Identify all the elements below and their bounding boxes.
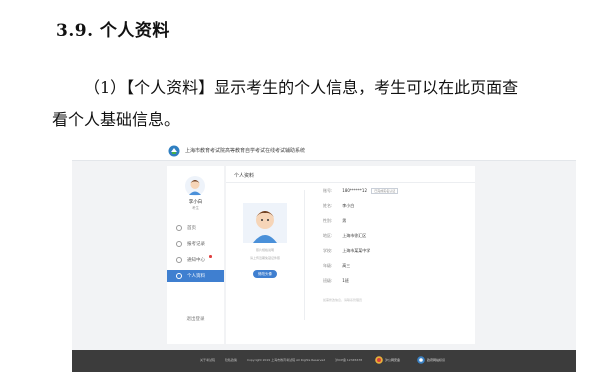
sidebar-item-label: 通知中心 bbox=[187, 258, 205, 263]
description-paragraph: （1）【个人资料】显示考生的个人信息，考生可以在此页面查 看个人基础信息。 bbox=[52, 72, 572, 136]
logo-icon bbox=[168, 145, 180, 157]
avatar bbox=[185, 176, 205, 196]
user-role: 考生 bbox=[192, 206, 199, 210]
field-name: 姓名: 李小白 bbox=[323, 203, 463, 211]
profile-photo bbox=[243, 203, 287, 243]
copyright-text: Copyright 2019 上海市教育考试院 All Rights Reser… bbox=[246, 358, 326, 362]
verified-badge: 已完成实名认证 bbox=[371, 188, 399, 194]
sidebar-item-records[interactable]: 报考记录 bbox=[167, 238, 224, 250]
field-label: 学校: bbox=[323, 248, 333, 253]
divider bbox=[226, 182, 475, 183]
field-value: 李小白 bbox=[342, 203, 355, 208]
field-value: 上海市徐汇区 bbox=[342, 233, 367, 238]
footer-link[interactable]: 隐私政策 bbox=[225, 358, 237, 362]
field-account: 账号: 180******12 已完成实名认证 bbox=[323, 188, 463, 196]
icp-text[interactable]: 沪ICP备 12345678 bbox=[335, 358, 362, 362]
footer-links: 关于考试院 隐私政策 Copyright 2019 上海市教育考试院 All R… bbox=[200, 358, 371, 362]
footer-link[interactable]: 关于考试院 bbox=[200, 358, 215, 362]
system-name: 上海市教育考试院高等教育自学考试在线考试辅助系统 bbox=[185, 148, 306, 154]
top-bar: 上海市教育考试院高等教育自学考试在线考试辅助系统 bbox=[72, 142, 576, 161]
user-name: 李小白 bbox=[188, 200, 203, 205]
embedded-screenshot: 上海市教育考试院高等教育自学考试在线考试辅助系统 李小白 考生 首页 报考记录 … bbox=[72, 142, 576, 372]
field-value: 上海市某某中学 bbox=[342, 248, 371, 253]
government-badge-label: 政府网站标识 bbox=[427, 358, 446, 362]
field-value: 高三 bbox=[342, 263, 351, 268]
field-label: 账号: bbox=[323, 188, 333, 193]
paragraph-line-2: 看个人基础信息。 bbox=[52, 110, 181, 129]
field-value: 1班 bbox=[342, 278, 349, 283]
field-region: 地区: 上海市徐汇区 bbox=[323, 233, 463, 241]
field-grade: 年级: 高三 bbox=[323, 263, 463, 271]
photo-hint-secondary: 请上传近期免冠证件照 bbox=[249, 256, 280, 260]
panel-title: 个人资料 bbox=[234, 173, 255, 179]
photo-hint: 照片规格说明 bbox=[255, 248, 274, 252]
sidebar-item-label: 首页 bbox=[187, 226, 196, 231]
bell-icon bbox=[176, 257, 182, 263]
government-badge-icon[interactable] bbox=[417, 356, 425, 364]
edit-note: 如需修改信息，请联系管理员 bbox=[323, 298, 363, 302]
sidebar-item-notifications[interactable]: 通知中心 bbox=[167, 254, 224, 266]
security-badge-label: 沪公网安备 bbox=[385, 358, 401, 362]
footer: 关于考试院 隐私政策 Copyright 2019 上海市教育考试院 All R… bbox=[72, 350, 576, 372]
logout-button[interactable]: 退出登录 bbox=[167, 316, 224, 322]
sidebar-item-home[interactable]: 首页 bbox=[167, 222, 224, 234]
sidebar-item-label: 报考记录 bbox=[187, 242, 205, 247]
field-label: 地区: bbox=[323, 233, 333, 238]
notification-dot bbox=[209, 255, 212, 258]
vertical-divider bbox=[304, 190, 305, 320]
field-value: 180******12 bbox=[342, 188, 368, 193]
field-gender: 性别: 男 bbox=[323, 218, 463, 226]
sidebar-item-label: 个人资料 bbox=[187, 274, 205, 279]
paragraph-line-1: （1）【个人资料】显示考生的个人信息，考生可以在此页面查 bbox=[84, 78, 519, 97]
field-label: 年级: bbox=[323, 263, 333, 268]
security-badge-icon[interactable] bbox=[375, 356, 383, 364]
home-icon bbox=[176, 225, 182, 231]
section-heading: 3.9. 个人资料 bbox=[56, 21, 170, 41]
field-class: 班级: 1班 bbox=[323, 278, 463, 286]
field-label: 姓名: bbox=[323, 203, 333, 208]
field-label: 班级: bbox=[323, 278, 333, 283]
field-label: 性别: bbox=[323, 218, 333, 223]
change-avatar-button[interactable]: 修改头像 bbox=[253, 270, 277, 278]
profile-panel: 个人资料 照片规格说明 请上传近期免冠证件照 修改头像 账号: 180*****… bbox=[226, 166, 475, 344]
sidebar: 李小白 考生 首页 报考记录 通知中心 个人资料 退出登录 bbox=[167, 166, 224, 344]
user-icon bbox=[176, 273, 182, 279]
record-icon bbox=[176, 241, 182, 247]
sidebar-item-profile[interactable]: 个人资料 bbox=[167, 270, 224, 282]
field-value: 男 bbox=[342, 218, 347, 223]
field-school: 学校: 上海市某某中学 bbox=[323, 248, 463, 256]
